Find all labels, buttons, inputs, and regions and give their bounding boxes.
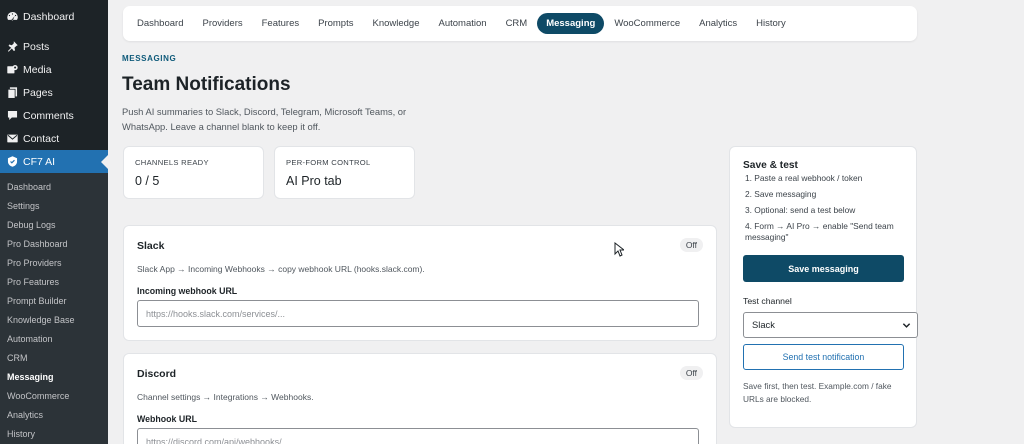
status-badge: Off bbox=[679, 366, 703, 380]
stat-label: CHANNELS READY bbox=[135, 158, 209, 167]
shield-icon bbox=[6, 155, 19, 168]
menu-label: Contact bbox=[23, 132, 60, 145]
slack-webhook-input[interactable] bbox=[137, 300, 699, 327]
chevron-down-icon bbox=[902, 323, 911, 328]
submenu-item-analytics[interactable]: Analytics bbox=[0, 406, 108, 425]
menu-posts[interactable]: Posts bbox=[0, 35, 108, 58]
submenu-item-pro-dashboard[interactable]: Pro Dashboard bbox=[0, 235, 108, 254]
tab-providers[interactable]: Providers bbox=[193, 13, 251, 34]
tab-prompts[interactable]: Prompts bbox=[309, 13, 362, 34]
menu-dashboard[interactable]: Dashboard bbox=[0, 5, 108, 28]
cf7-ai-submenu: Dashboard Settings Debug Logs Pro Dashbo… bbox=[0, 173, 108, 444]
tab-crm[interactable]: CRM bbox=[497, 13, 537, 34]
channel-card-discord: Discord Off Channel settings → Integrati… bbox=[123, 353, 717, 444]
pages-icon bbox=[6, 86, 19, 99]
channel-help-text: Slack App → Incoming Webhooks → copy web… bbox=[137, 264, 425, 274]
save-test-panel: Save & test 1. Paste a real webhook / to… bbox=[729, 146, 918, 428]
step-item: 4. Form → AI Pro → enable "Send team mes… bbox=[745, 221, 894, 242]
menu-comments[interactable]: Comments bbox=[0, 104, 108, 127]
mail-icon bbox=[6, 132, 19, 145]
stat-card-per-form-control: PER-FORM CONTROL AI Pro tab bbox=[274, 146, 415, 199]
pin-icon bbox=[6, 40, 19, 53]
menu-media[interactable]: Media bbox=[0, 58, 108, 81]
field-label: Incoming webhook URL bbox=[137, 286, 238, 296]
tab-analytics[interactable]: Analytics bbox=[690, 13, 746, 34]
page-title: Team Notifications bbox=[122, 74, 291, 95]
steps-list: 1. Paste a real webhook / token 2. Save … bbox=[745, 173, 905, 248]
test-channel-select[interactable]: Slack bbox=[743, 312, 918, 338]
tab-history[interactable]: History bbox=[747, 13, 795, 34]
panel-note: Save first, then test. Example.com / fak… bbox=[743, 381, 892, 404]
submenu-item-prompt-builder[interactable]: Prompt Builder bbox=[0, 292, 108, 311]
menu-label: Media bbox=[23, 63, 52, 76]
menu-label: Comments bbox=[23, 109, 74, 122]
tab-messaging[interactable]: Messaging bbox=[537, 13, 605, 34]
channel-card-slack: Slack Off Slack App → Incoming Webhooks … bbox=[123, 225, 717, 341]
menu-label: Dashboard bbox=[23, 10, 75, 23]
submenu-item-settings[interactable]: Settings bbox=[0, 197, 108, 216]
selected-value: Slack bbox=[752, 319, 775, 330]
submenu-item-dashboard[interactable]: Dashboard bbox=[0, 178, 108, 197]
test-channel-label: Test channel bbox=[743, 296, 792, 306]
tab-woocommerce[interactable]: WooCommerce bbox=[605, 13, 689, 34]
menu-label: Pages bbox=[23, 86, 53, 99]
step-item: 3. Optional: send a test below bbox=[745, 205, 856, 215]
stat-value: 0 / 5 bbox=[135, 174, 160, 188]
stat-label: PER-FORM CONTROL bbox=[286, 158, 371, 167]
stat-value: AI Pro tab bbox=[286, 174, 342, 188]
plugin-tab-bar: Dashboard Providers Features Prompts Kno… bbox=[123, 6, 917, 41]
stat-card-channels-ready: CHANNELS READY 0 / 5 bbox=[123, 146, 264, 199]
submenu-item-pro-features[interactable]: Pro Features bbox=[0, 273, 108, 292]
submenu-item-woocommerce[interactable]: WooCommerce bbox=[0, 387, 108, 406]
comment-icon bbox=[6, 109, 19, 122]
media-icon bbox=[6, 63, 19, 76]
submenu-item-debug-logs[interactable]: Debug Logs bbox=[0, 216, 108, 235]
tab-dashboard[interactable]: Dashboard bbox=[128, 13, 192, 34]
submenu-item-history[interactable]: History bbox=[0, 425, 108, 444]
menu-pages[interactable]: Pages bbox=[0, 81, 108, 104]
menu-label: CF7 AI bbox=[23, 155, 56, 168]
section-eyebrow: MESSAGING bbox=[122, 54, 177, 63]
discord-webhook-input[interactable] bbox=[137, 428, 699, 444]
submenu-item-messaging[interactable]: Messaging bbox=[0, 368, 108, 387]
save-messaging-button[interactable]: Save messaging bbox=[743, 255, 904, 282]
tab-features[interactable]: Features bbox=[253, 13, 309, 34]
channel-help-text: Channel settings → Integrations → Webhoo… bbox=[137, 392, 314, 402]
step-item: 1. Paste a real webhook / token bbox=[745, 173, 863, 183]
submenu-item-crm[interactable]: CRM bbox=[0, 349, 108, 368]
channel-title: Discord bbox=[137, 368, 177, 380]
menu-contact[interactable]: Contact bbox=[0, 127, 108, 150]
menu-cf7-ai[interactable]: CF7 AI bbox=[0, 150, 108, 173]
page-description: Push AI summaries to Slack, Discord, Tel… bbox=[122, 106, 407, 132]
submenu-item-pro-providers[interactable]: Pro Providers bbox=[0, 254, 108, 273]
admin-sidebar: Dashboard Posts Media Pages Comments Con… bbox=[0, 0, 108, 444]
status-badge: Off bbox=[679, 238, 703, 252]
submenu-item-automation[interactable]: Automation bbox=[0, 330, 108, 349]
step-item: 2. Save messaging bbox=[745, 189, 817, 199]
tab-knowledge[interactable]: Knowledge bbox=[363, 13, 428, 34]
field-label: Webhook URL bbox=[137, 414, 197, 424]
menu-label: Posts bbox=[23, 40, 50, 53]
submenu-item-knowledge-base[interactable]: Knowledge Base bbox=[0, 311, 108, 330]
mouse-cursor-icon bbox=[614, 242, 624, 257]
tab-automation[interactable]: Automation bbox=[430, 13, 496, 34]
send-test-notification-button[interactable]: Send test notification bbox=[743, 344, 904, 370]
dashboard-icon bbox=[6, 10, 19, 23]
channel-title: Slack bbox=[137, 240, 165, 252]
panel-title: Save & test bbox=[743, 160, 798, 171]
